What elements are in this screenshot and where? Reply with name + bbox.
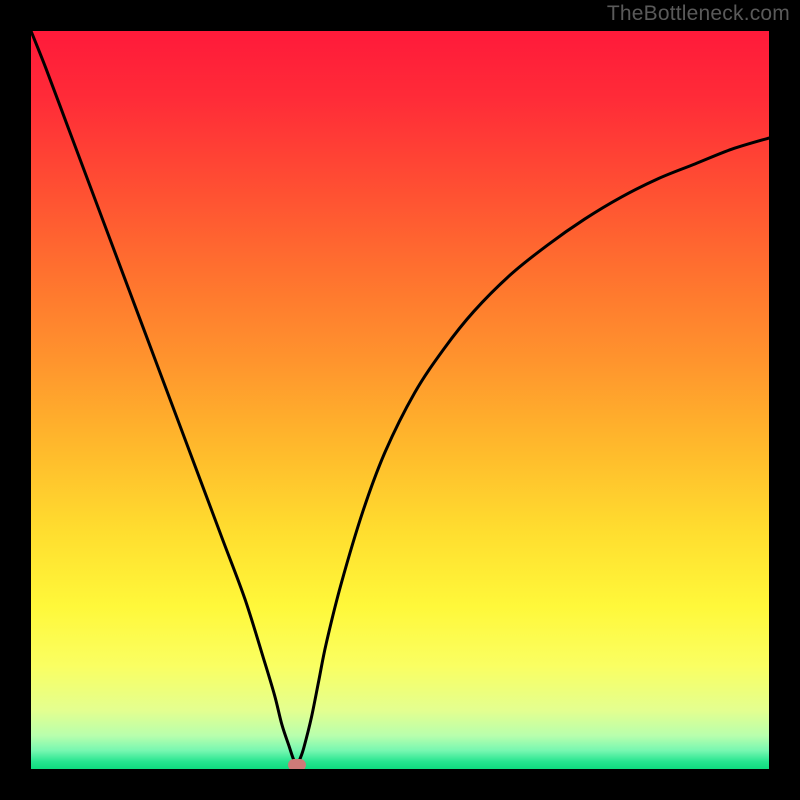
optimum-marker bbox=[288, 759, 306, 769]
chart-container: TheBottleneck.com bbox=[0, 0, 800, 800]
plot-area bbox=[31, 31, 769, 769]
bottleneck-curve bbox=[31, 31, 769, 769]
watermark-text: TheBottleneck.com bbox=[607, 2, 790, 26]
